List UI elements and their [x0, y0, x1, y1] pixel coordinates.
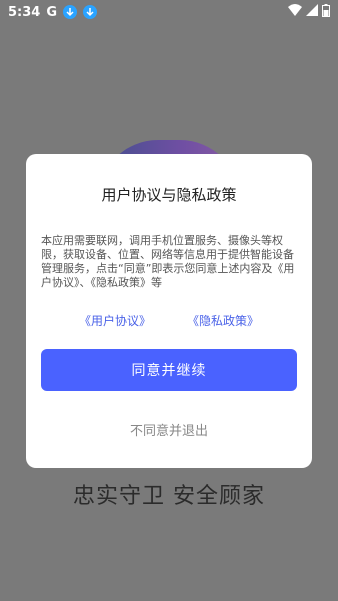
dialog-body: 本应用需要联网，调用手机位置服务、摄像头等权限，获取设备、位置、网络等信息用于提…: [41, 234, 295, 289]
download-icon: [83, 5, 98, 19]
google-icon: G: [46, 4, 58, 20]
wifi-icon: [288, 4, 302, 20]
status-bar: 5:34 G: [0, 0, 338, 24]
user-agreement-link[interactable]: 《用户协议》: [79, 312, 151, 329]
app-slogan: 忠实守卫 安全顾家: [73, 484, 265, 509]
download-icon: [63, 5, 78, 19]
disagree-button[interactable]: 不同意并退出: [26, 420, 312, 439]
signal-icon: [306, 4, 318, 20]
policy-links: 《用户协议》 《隐私政策》: [26, 312, 312, 329]
privacy-policy-link[interactable]: 《隐私政策》: [187, 312, 259, 329]
status-time: 5:34: [8, 4, 41, 20]
dialog-title: 用户协议与隐私政策: [101, 186, 237, 204]
privacy-dialog: 用户协议与隐私政策 本应用需要联网，调用手机位置服务、摄像头等权限，获取设备、位…: [26, 154, 312, 468]
battery-icon: [322, 3, 330, 21]
agree-button[interactable]: 同意并继续: [41, 349, 297, 391]
